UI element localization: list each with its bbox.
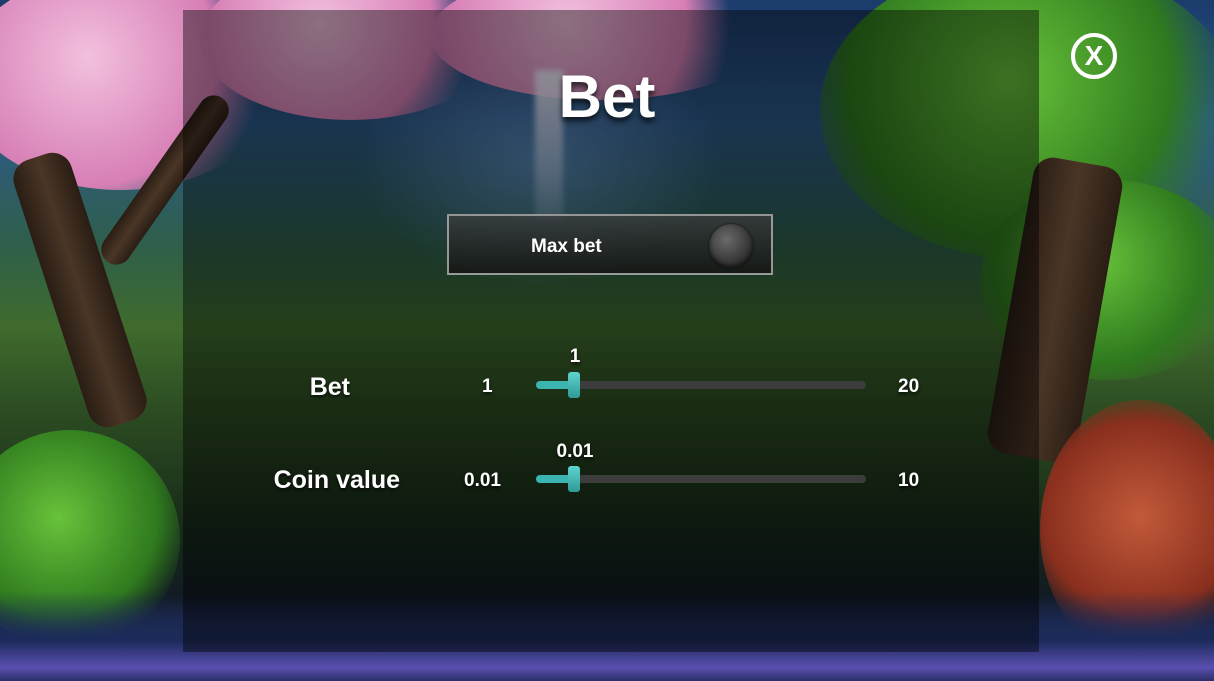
coin-value-slider[interactable] [536,466,866,492]
coin-value-max-value: 10 [898,470,920,491]
bet-slider[interactable] [536,372,866,398]
close-button[interactable]: X [1071,33,1117,79]
coin-value-label: Coin value [273,466,400,494]
dialog-title: Bet [558,63,656,130]
max-bet-toggle-button[interactable]: Max bet [447,214,773,275]
coin-value-min-value: 0.01 [464,470,501,491]
coin-value-slider-handle[interactable] [568,466,580,492]
max-bet-label: Max bet [531,236,602,257]
bet-label: Bet [309,373,350,401]
bet-slider-handle[interactable] [568,372,580,398]
bet-current-value: 1 [569,346,581,367]
max-bet-toggle-indicator[interactable] [709,224,753,268]
bet-max-value: 20 [898,376,920,397]
close-icon: X [1084,40,1104,71]
coin-value-current-value: 0.01 [556,441,594,462]
bet-min-value: 1 [482,376,493,397]
tree-trunk [8,147,152,433]
